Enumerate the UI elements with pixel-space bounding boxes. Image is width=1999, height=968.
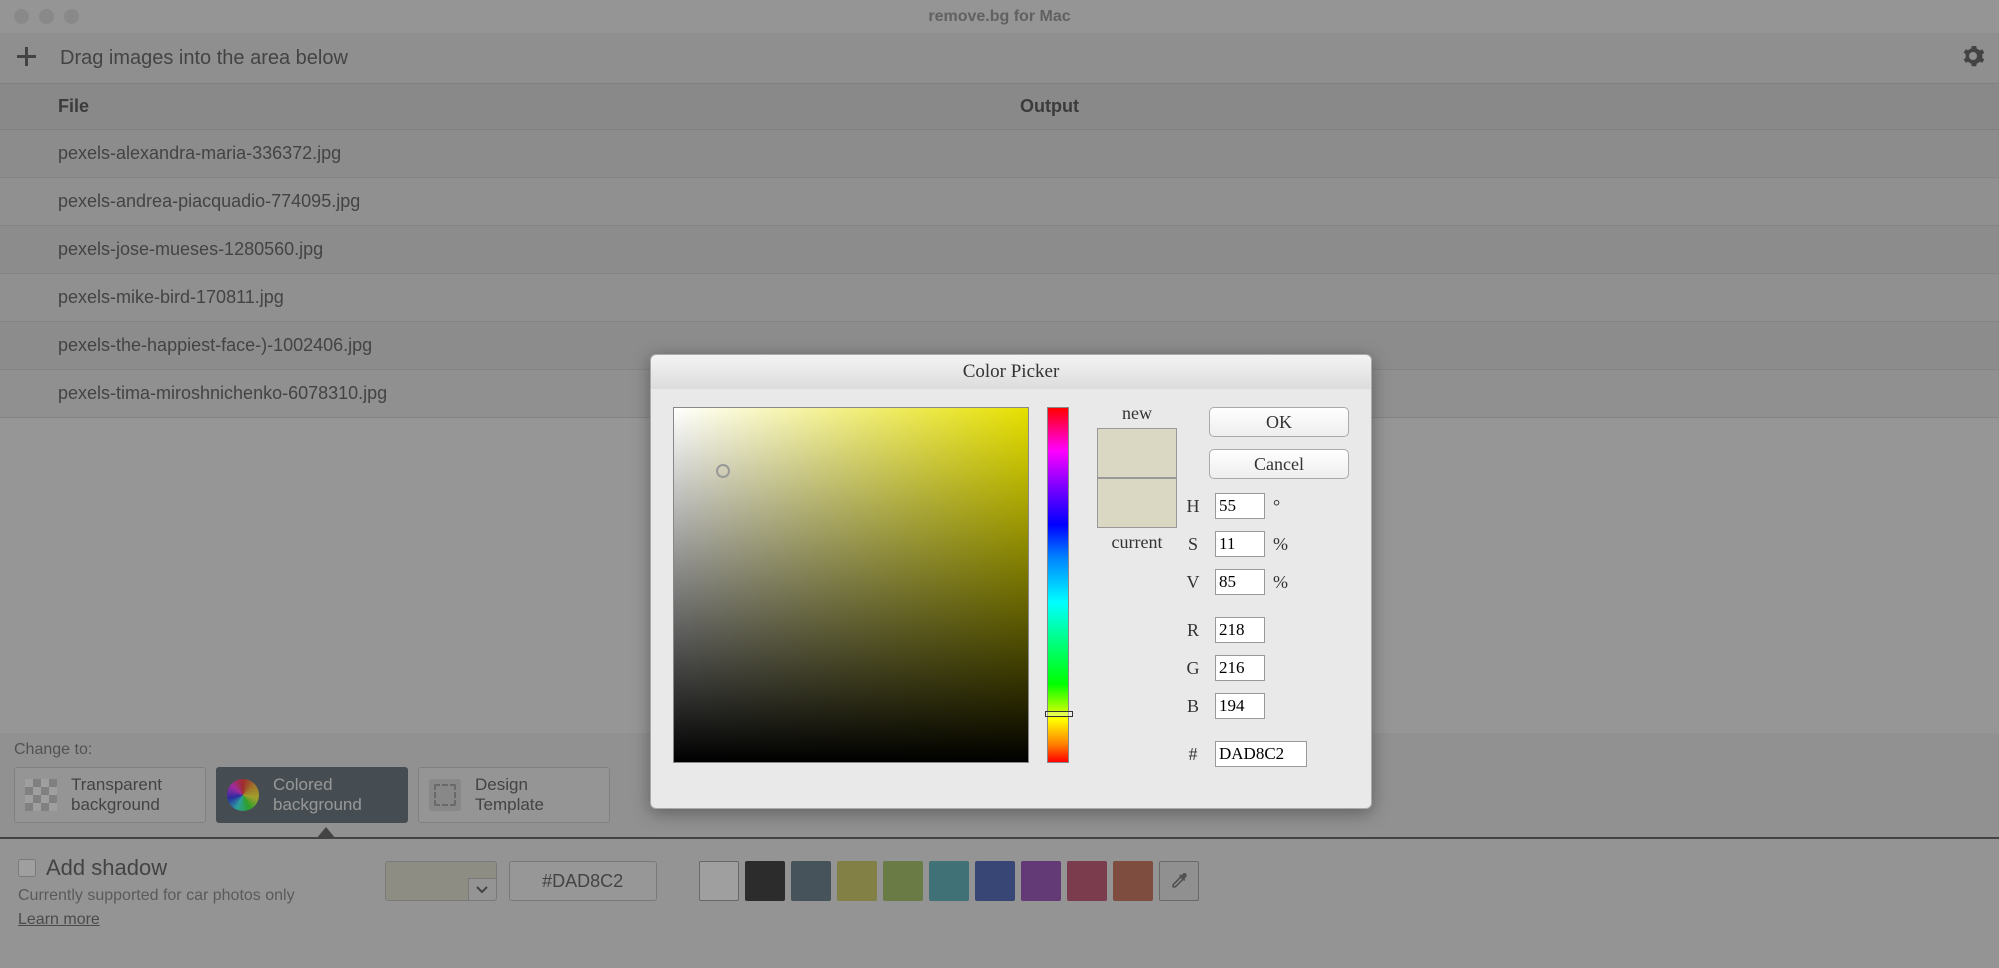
s-input[interactable]	[1215, 531, 1265, 557]
b-input[interactable]	[1215, 693, 1265, 719]
g-label: G	[1179, 658, 1207, 679]
color-fields: H ° S% V% R G B #	[1179, 487, 1349, 773]
g-input[interactable]	[1215, 655, 1265, 681]
color-picker-dialog: Color Picker new current OK Cancel H ° S%…	[650, 354, 1372, 809]
h-input[interactable]	[1215, 493, 1265, 519]
saturation-value-canvas[interactable]	[673, 407, 1029, 763]
current-color-swatch	[1097, 478, 1177, 528]
b-label: B	[1179, 696, 1207, 717]
s-unit: %	[1273, 534, 1293, 555]
v-label: V	[1179, 572, 1207, 593]
hex-label: #	[1179, 744, 1207, 765]
color-preview-column: new current	[1087, 403, 1187, 553]
new-color-label: new	[1087, 403, 1187, 424]
s-label: S	[1179, 534, 1207, 555]
sv-cursor-icon	[716, 464, 730, 478]
r-label: R	[1179, 620, 1207, 641]
h-label: H	[1179, 496, 1207, 517]
current-color-label: current	[1087, 532, 1187, 553]
hue-slider[interactable]	[1047, 407, 1069, 763]
cancel-button[interactable]: Cancel	[1209, 449, 1349, 479]
hue-cursor-icon	[1045, 711, 1073, 717]
picker-title: Color Picker	[651, 355, 1371, 389]
new-color-swatch	[1097, 428, 1177, 478]
v-input[interactable]	[1215, 569, 1265, 595]
h-unit: °	[1273, 496, 1293, 517]
r-input[interactable]	[1215, 617, 1265, 643]
v-unit: %	[1273, 572, 1293, 593]
hex-input[interactable]	[1215, 741, 1307, 767]
ok-button[interactable]: OK	[1209, 407, 1349, 437]
